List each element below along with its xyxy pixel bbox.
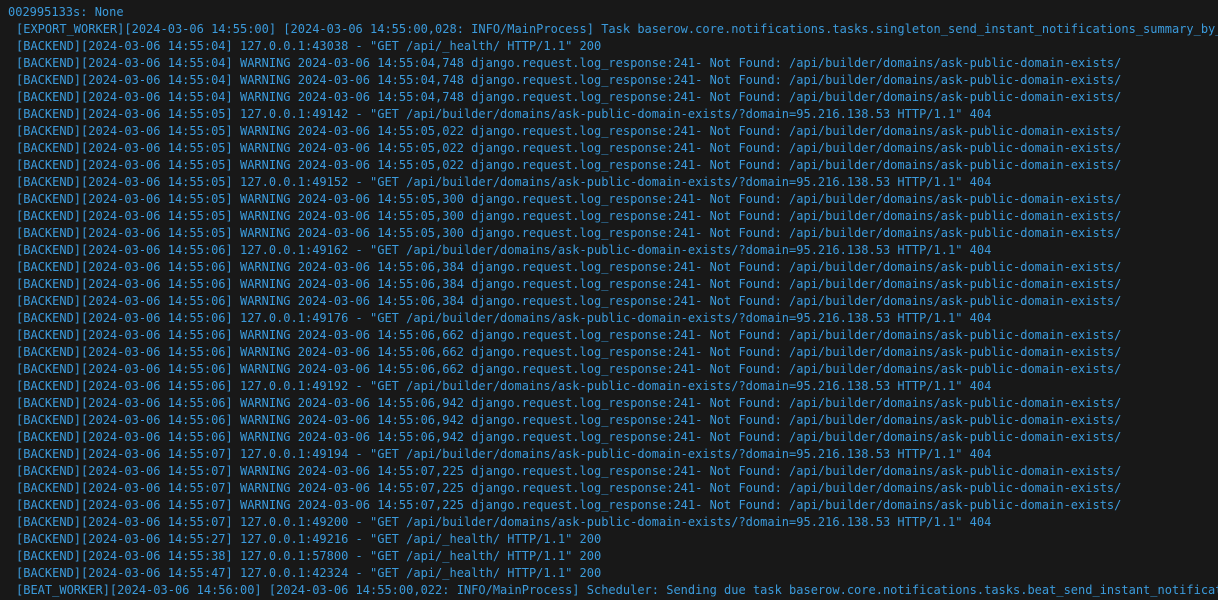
log-line: [BACKEND][2024-03-06 14:55:04] WARNING 2… <box>16 73 1122 87</box>
log-line: [EXPORT_WORKER][2024-03-06 14:55:00] [20… <box>16 22 1218 36</box>
log-line: [BACKEND][2024-03-06 14:55:06] WARNING 2… <box>16 362 1122 376</box>
log-line: [BACKEND][2024-03-06 14:55:06] WARNING 2… <box>16 277 1122 291</box>
log-line: [BACKEND][2024-03-06 14:55:06] WARNING 2… <box>16 396 1122 410</box>
log-line: [BACKEND][2024-03-06 14:55:05] WARNING 2… <box>16 141 1122 155</box>
log-line: [BACKEND][2024-03-06 14:55:06] WARNING 2… <box>16 260 1122 274</box>
log-line: [BACKEND][2024-03-06 14:55:06] 127.0.0.1… <box>16 243 992 257</box>
log-line: [BACKEND][2024-03-06 14:55:07] WARNING 2… <box>16 498 1122 512</box>
log-line: [BACKEND][2024-03-06 14:55:06] 127.0.0.1… <box>16 379 992 393</box>
log-line: [BACKEND][2024-03-06 14:55:05] WARNING 2… <box>16 209 1122 223</box>
log-line: [BACKEND][2024-03-06 14:55:04] WARNING 2… <box>16 56 1122 70</box>
terminal-output[interactable]: 002995133s: None [EXPORT_WORKER][2024-03-… <box>0 0 1218 600</box>
log-line: [BACKEND][2024-03-06 14:55:05] WARNING 2… <box>16 192 1122 206</box>
log-line: [BACKEND][2024-03-06 14:55:07] WARNING 2… <box>16 464 1122 478</box>
log-line: [BACKEND][2024-03-06 14:55:05] WARNING 2… <box>16 158 1122 172</box>
log-line: [BACKEND][2024-03-06 14:55:47] 127.0.0.1… <box>16 566 602 580</box>
log-line: [BACKEND][2024-03-06 14:55:04] WARNING 2… <box>16 90 1122 104</box>
log-line: [BACKEND][2024-03-06 14:55:05] WARNING 2… <box>16 124 1122 138</box>
log-line: [BACKEND][2024-03-06 14:55:07] WARNING 2… <box>16 481 1122 495</box>
log-line: [BACKEND][2024-03-06 14:55:07] 127.0.0.1… <box>16 515 992 529</box>
log-line: [BACKEND][2024-03-06 14:55:06] 127.0.0.1… <box>16 311 992 325</box>
log-line: [BACKEND][2024-03-06 14:55:04] 127.0.0.1… <box>16 39 602 53</box>
log-line: [BACKEND][2024-03-06 14:55:05] WARNING 2… <box>16 226 1122 240</box>
log-line: [BACKEND][2024-03-06 14:55:38] 127.0.0.1… <box>16 549 602 563</box>
log-line: [BACKEND][2024-03-06 14:55:07] 127.0.0.1… <box>16 447 992 461</box>
log-line: [BACKEND][2024-03-06 14:55:05] 127.0.0.1… <box>16 107 992 121</box>
log-line: [BACKEND][2024-03-06 14:55:06] WARNING 2… <box>16 328 1122 342</box>
log-line: [BACKEND][2024-03-06 14:55:06] WARNING 2… <box>16 413 1122 427</box>
log-line-partial: 002995133s: None <box>8 5 124 19</box>
log-line: [BACKEND][2024-03-06 14:55:27] 127.0.0.1… <box>16 532 602 546</box>
log-line: [BACKEND][2024-03-06 14:55:06] WARNING 2… <box>16 430 1122 444</box>
log-line: [BEAT_WORKER][2024-03-06 14:56:00] [2024… <box>16 583 1218 597</box>
log-line: [BACKEND][2024-03-06 14:55:06] WARNING 2… <box>16 345 1122 359</box>
log-line: [BACKEND][2024-03-06 14:55:06] WARNING 2… <box>16 294 1122 308</box>
log-line: [BACKEND][2024-03-06 14:55:05] 127.0.0.1… <box>16 175 992 189</box>
